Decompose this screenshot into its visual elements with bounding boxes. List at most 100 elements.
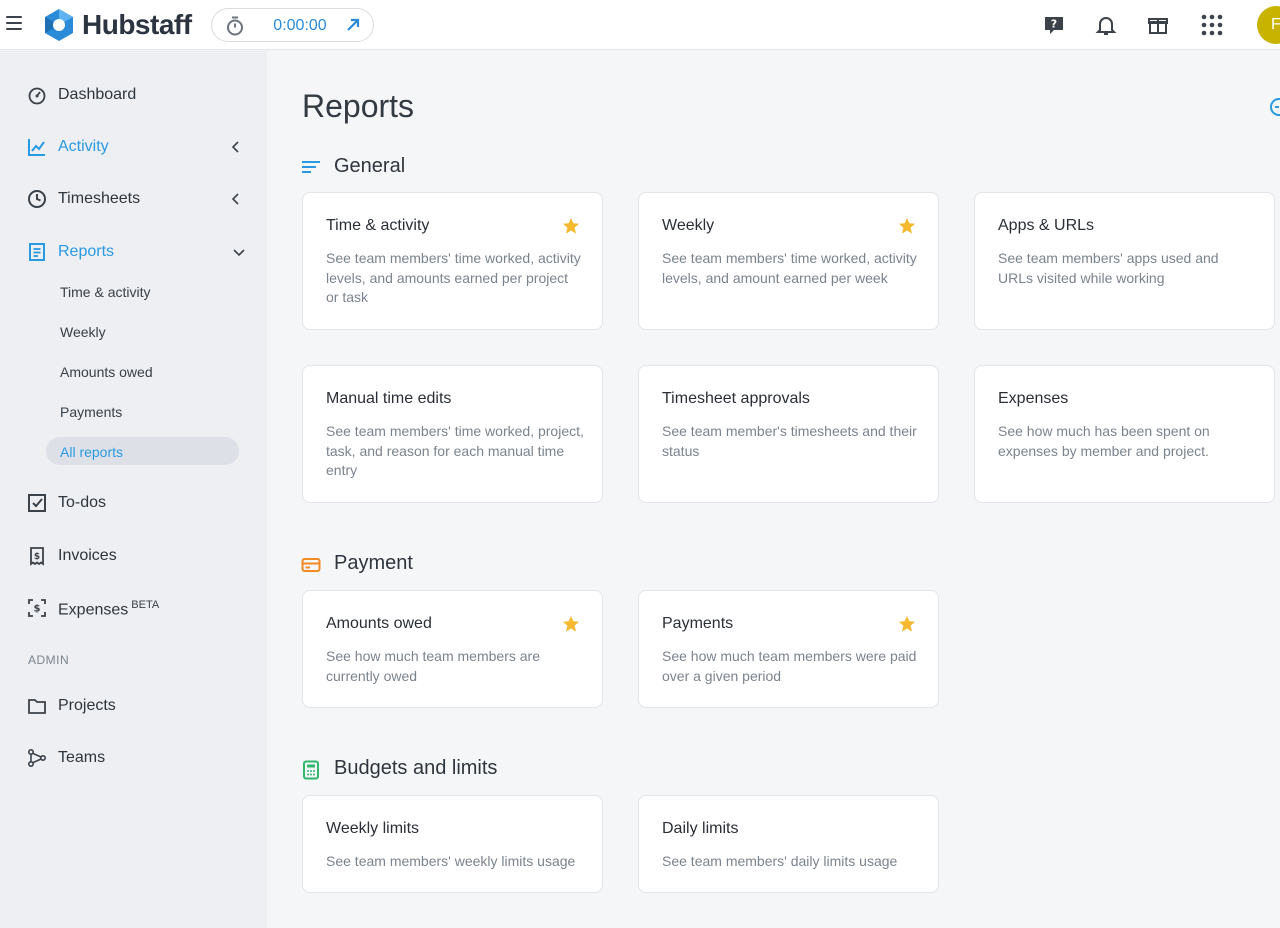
card-description: See team members' time worked, project, …	[326, 423, 584, 478]
history-icon[interactable]	[1268, 97, 1280, 117]
report-card-apps-urls[interactable]: Apps & URLs See team members' apps used …	[974, 192, 1275, 330]
favorite-star-icon[interactable]	[898, 217, 916, 235]
report-card-daily-limits[interactable]: Daily limits See team members' daily lim…	[638, 795, 939, 893]
sidebar-item-teams[interactable]: Teams	[0, 738, 267, 778]
report-card-amounts-owed[interactable]: Amounts owed See how much team members a…	[302, 590, 603, 708]
card-title: Manual time edits	[326, 390, 452, 407]
sidebar-item-label: To-dos	[58, 494, 107, 511]
sidebar-item-label: Dashboard	[58, 86, 137, 103]
chevron-left-icon[interactable]	[228, 191, 244, 207]
payment-card-icon	[301, 558, 321, 572]
card-title: Payments	[662, 615, 734, 632]
invoice-icon: $	[30, 547, 44, 566]
chevron-down-icon[interactable]	[231, 244, 247, 260]
user-avatar[interactable]: F	[1257, 6, 1280, 44]
report-card-timesheet-approvals[interactable]: Timesheet approvals See team member's ti…	[638, 365, 939, 503]
sidebar-subitem-weekly[interactable]: Weekly	[46, 317, 239, 345]
section-title-payment: Payment	[334, 552, 413, 574]
card-title: Apps & URLs	[998, 217, 1095, 234]
expenses-icon: $	[28, 599, 46, 617]
teams-icon	[27, 748, 47, 768]
beta-badge: BETA	[131, 599, 160, 611]
svg-text:?: ?	[1051, 18, 1057, 31]
sidebar: Dashboard Activity Timesheets Reports Ti…	[0, 51, 267, 928]
report-card-time-activity[interactable]: Time & activity See team members' time w…	[302, 192, 603, 330]
sidebar-item-label: Expenses BETA	[58, 599, 159, 619]
sidebar-item-expenses[interactable]: $ Expenses BETA	[0, 588, 267, 628]
sidebar-item-label: Invoices	[58, 547, 117, 564]
sidebar-subitem-payments[interactable]: Payments	[46, 397, 239, 425]
favorite-star-icon[interactable]	[562, 615, 580, 633]
clock-icon	[28, 190, 46, 208]
section-title-general: General	[334, 155, 406, 177]
notifications-bell-icon[interactable]	[1094, 13, 1118, 37]
card-title: Time & activity	[326, 217, 430, 234]
sidebar-item-label: Teams	[58, 749, 106, 766]
report-card-expenses[interactable]: Expenses See how much has been spent on …	[974, 365, 1275, 503]
favorite-star-icon[interactable]	[562, 217, 580, 235]
card-description: See team members' time worked, activity …	[662, 250, 917, 286]
activity-icon	[28, 139, 45, 156]
menu-icon[interactable]	[6, 16, 22, 34]
svg-text:$: $	[34, 552, 40, 562]
card-title: Expenses	[998, 390, 1069, 407]
hubstaff-logo-icon	[45, 9, 73, 41]
gift-icon[interactable]	[1146, 13, 1170, 37]
expenses-label: Expenses	[58, 601, 129, 619]
open-timer-arrow-icon[interactable]	[343, 15, 363, 35]
sidebar-subitem-label: Amounts owed	[60, 364, 153, 380]
section-title-budgets-limits: Budgets and limits	[334, 757, 498, 779]
card-description: See team members' weekly limits usage	[326, 853, 576, 869]
sidebar-item-label: Timesheets	[58, 190, 141, 207]
card-title: Weekly limits	[326, 820, 420, 837]
report-card-payments[interactable]: Payments See how much team members were …	[638, 590, 939, 708]
dashboard-icon	[28, 87, 46, 105]
card-description: See team members' daily limits usage	[662, 853, 898, 869]
sidebar-subitem-label: All reports	[60, 444, 124, 460]
card-description: See team member's timesheets and their s…	[662, 423, 917, 459]
admin-section-label: ADMIN	[28, 653, 70, 667]
sidebar-subitem-label: Time & activity	[60, 284, 151, 300]
sidebar-subitem-label: Weekly	[60, 324, 106, 340]
card-description: See how much team members are currently …	[326, 648, 540, 684]
card-description: See team members' time worked, activity …	[326, 250, 581, 305]
stopwatch-icon	[227, 16, 243, 36]
folder-icon	[28, 699, 46, 714]
sidebar-item-label: Reports	[58, 243, 115, 260]
chevron-left-icon[interactable]	[228, 139, 244, 155]
sidebar-item-todos[interactable]: To-dos	[0, 483, 267, 523]
sidebar-subitem-all-reports[interactable]: All reports	[46, 437, 239, 465]
card-description: See how much has been spent on expenses …	[998, 423, 1210, 459]
svg-text:$: $	[34, 604, 41, 615]
report-card-manual-time-edits[interactable]: Manual time edits See team members' time…	[302, 365, 603, 503]
sidebar-subitem-amounts-owed[interactable]: Amounts owed	[46, 357, 239, 385]
sidebar-item-activity[interactable]: Activity	[0, 127, 267, 167]
favorite-star-icon[interactable]	[898, 615, 916, 633]
app-name: Hubstaff	[82, 9, 192, 40]
sidebar-subitem-label: Payments	[60, 404, 123, 420]
sidebar-item-reports[interactable]: Reports	[0, 232, 267, 272]
timer-widget[interactable]: 0:00:00	[211, 8, 374, 42]
timer-value: 0:00:00	[273, 17, 327, 34]
report-card-weekly-limits[interactable]: Weekly limits See team members' weekly l…	[302, 795, 603, 893]
page-title: Reports	[302, 88, 415, 124]
sidebar-subitem-time-activity[interactable]: Time & activity	[46, 277, 239, 305]
sidebar-item-dashboard[interactable]: Dashboard	[0, 75, 267, 115]
sidebar-item-label: Projects	[58, 697, 116, 714]
report-card-weekly[interactable]: Weekly See team members' time worked, ac…	[638, 192, 939, 330]
card-description: See team members' apps used and URLs vis…	[998, 250, 1219, 286]
card-title: Weekly	[662, 217, 715, 234]
card-title: Timesheet approvals	[662, 390, 810, 407]
general-list-icon	[302, 161, 320, 173]
help-icon[interactable]: ?	[1042, 13, 1066, 37]
hubstaff-logo[interactable]: Hubstaff	[42, 7, 192, 43]
top-bar: Hubstaff 0:00:00 ? F	[0, 0, 1280, 50]
sidebar-item-projects[interactable]: Projects	[0, 686, 267, 726]
sidebar-item-timesheets[interactable]: Timesheets	[0, 179, 267, 219]
card-description: See how much team members were paid over…	[662, 648, 917, 684]
sidebar-item-invoices[interactable]: $ Invoices	[0, 536, 267, 576]
sidebar-item-label: Activity	[58, 138, 109, 155]
reports-icon	[29, 243, 45, 261]
card-title: Amounts owed	[326, 615, 432, 632]
apps-grid-icon[interactable]	[1200, 13, 1224, 37]
